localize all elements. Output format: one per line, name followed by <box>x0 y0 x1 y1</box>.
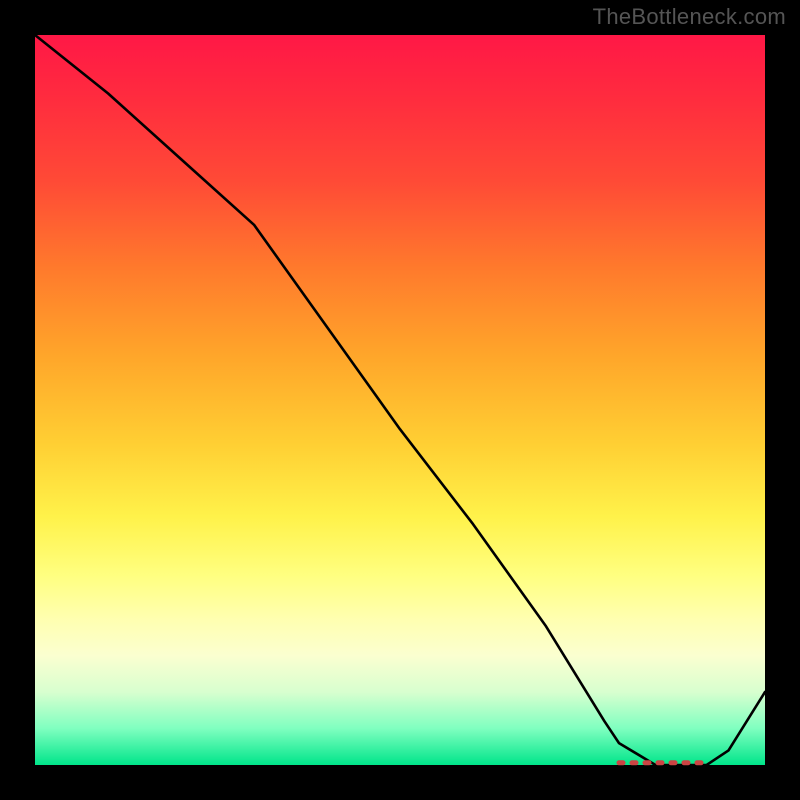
chart-frame: TheBottleneck.com <box>0 0 800 800</box>
data-curve <box>35 35 765 765</box>
plot-area <box>35 35 765 765</box>
watermark-text: TheBottleneck.com <box>593 4 786 30</box>
